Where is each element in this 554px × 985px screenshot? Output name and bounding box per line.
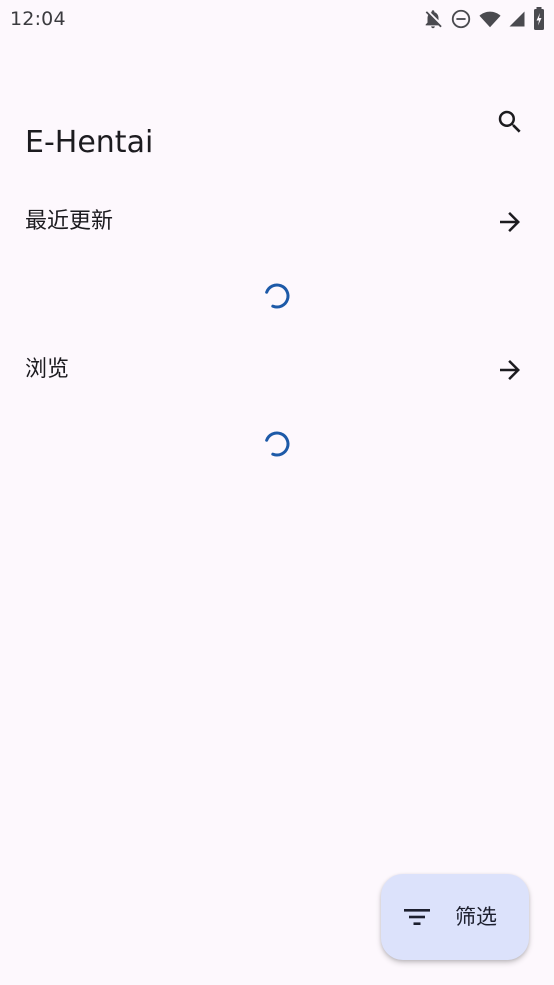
status-icons	[422, 7, 546, 31]
section-title-browse: 浏览	[25, 357, 70, 382]
search-button[interactable]	[486, 98, 534, 146]
cell-signal-icon	[509, 11, 525, 27]
arrow-forward-icon	[500, 212, 520, 232]
search-icon	[498, 110, 521, 133]
recent-more-button[interactable]	[486, 198, 534, 246]
do-not-disturb-icon	[451, 9, 471, 29]
wifi-icon	[479, 11, 501, 28]
page-title: E-Hentai	[25, 125, 154, 161]
status-bar: 12:04	[0, 0, 554, 40]
arrow-forward-icon	[500, 360, 520, 380]
loading-spinner-recent	[264, 283, 290, 309]
notifications-off-icon	[425, 10, 442, 29]
status-time: 12:04	[10, 8, 66, 30]
section-header-recent: 最近更新	[0, 194, 554, 250]
loading-spinner-browse	[264, 431, 290, 457]
filter-fab[interactable]: 筛选	[381, 874, 529, 960]
section-title-recent: 最近更新	[25, 209, 114, 234]
browse-more-button[interactable]	[486, 346, 534, 394]
battery-charging-icon	[534, 7, 544, 30]
filter-list-icon	[404, 909, 430, 925]
section-header-browse: 浏览	[0, 342, 554, 398]
filter-fab-label: 筛选	[455, 905, 497, 929]
